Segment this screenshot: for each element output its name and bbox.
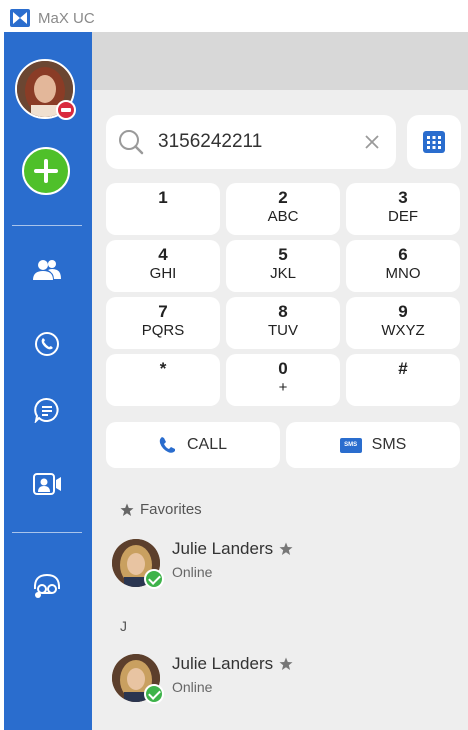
contact-status: Online [172, 564, 213, 580]
do-not-disturb-status-icon [56, 100, 76, 120]
online-status-icon [144, 569, 164, 589]
key-star[interactable]: * [106, 354, 220, 406]
dial-number-input[interactable] [158, 127, 348, 157]
user-avatar[interactable] [15, 59, 77, 121]
add-button[interactable] [22, 147, 70, 195]
sidebar-item-chat[interactable] [31, 394, 63, 426]
keypad-icon [423, 131, 445, 153]
dial-search-box[interactable] [106, 115, 396, 169]
sidebar-item-calls[interactable] [31, 328, 63, 360]
sidebar [4, 32, 92, 730]
phone-icon [159, 437, 175, 453]
favorite-star-icon[interactable] [279, 657, 293, 671]
sms-icon: SMS [339, 437, 362, 453]
key-3[interactable]: 3 DEF [346, 183, 460, 235]
contact-name-row: Julie Landers [172, 654, 293, 674]
sidebar-divider [12, 225, 82, 226]
key-7[interactable]: 7 PQRS [106, 297, 220, 349]
key-hash[interactable]: # [346, 354, 460, 406]
call-label: CALL [186, 436, 228, 453]
key-4[interactable]: 4 GHI [106, 240, 220, 292]
sms-label: SMS [371, 436, 407, 453]
contact-item[interactable]: Julie Landers Online [112, 539, 432, 589]
app-logo-icon [10, 9, 30, 27]
sms-button[interactable]: SMS SMS [286, 422, 460, 468]
contact-status: Online [172, 679, 213, 695]
contacts-icon [33, 260, 61, 280]
favorites-header: Favorites [120, 501, 202, 518]
chat-icon [34, 397, 59, 423]
voicemail-icon [33, 573, 61, 598]
sidebar-divider [12, 532, 82, 533]
key-5[interactable]: 5 JKL [226, 240, 340, 292]
meeting-icon [33, 473, 61, 495]
phone-icon [35, 332, 59, 356]
contact-item[interactable]: Julie Landers Online [112, 654, 432, 704]
star-icon [120, 503, 134, 516]
favorite-star-icon[interactable] [279, 542, 293, 556]
key-6[interactable]: 6 MNO [346, 240, 460, 292]
key-0[interactable]: 0 + [226, 354, 340, 406]
main-panel: 1 2 ABC 3 DEF 4 GHI 5 JKL 6 MNO 7 PQRS 8… [92, 32, 468, 730]
online-status-icon [144, 684, 164, 704]
sidebar-item-meetings[interactable] [31, 468, 63, 500]
sidebar-item-contacts[interactable] [31, 254, 63, 286]
sidebar-item-voicemail[interactable] [31, 569, 63, 601]
keypad-toggle-button[interactable] [407, 115, 461, 169]
favorites-title: Favorites [140, 501, 202, 518]
call-button[interactable]: CALL [106, 422, 280, 468]
contact-name-row: Julie Landers [172, 539, 293, 559]
title-bar: MaX UC [0, 0, 468, 32]
contact-name: Julie Landers [172, 654, 274, 673]
key-9[interactable]: 9 WXYZ [346, 297, 460, 349]
app-title: MaX UC [38, 10, 95, 27]
key-8[interactable]: 8 TUV [226, 297, 340, 349]
key-2[interactable]: 2 ABC [226, 183, 340, 235]
search-icon [119, 130, 144, 155]
key-1[interactable]: 1 [106, 183, 220, 235]
contacts-letter-header: J [120, 618, 127, 634]
header-bar [92, 32, 468, 90]
clear-icon[interactable] [362, 132, 382, 152]
contact-name: Julie Landers [172, 539, 274, 558]
